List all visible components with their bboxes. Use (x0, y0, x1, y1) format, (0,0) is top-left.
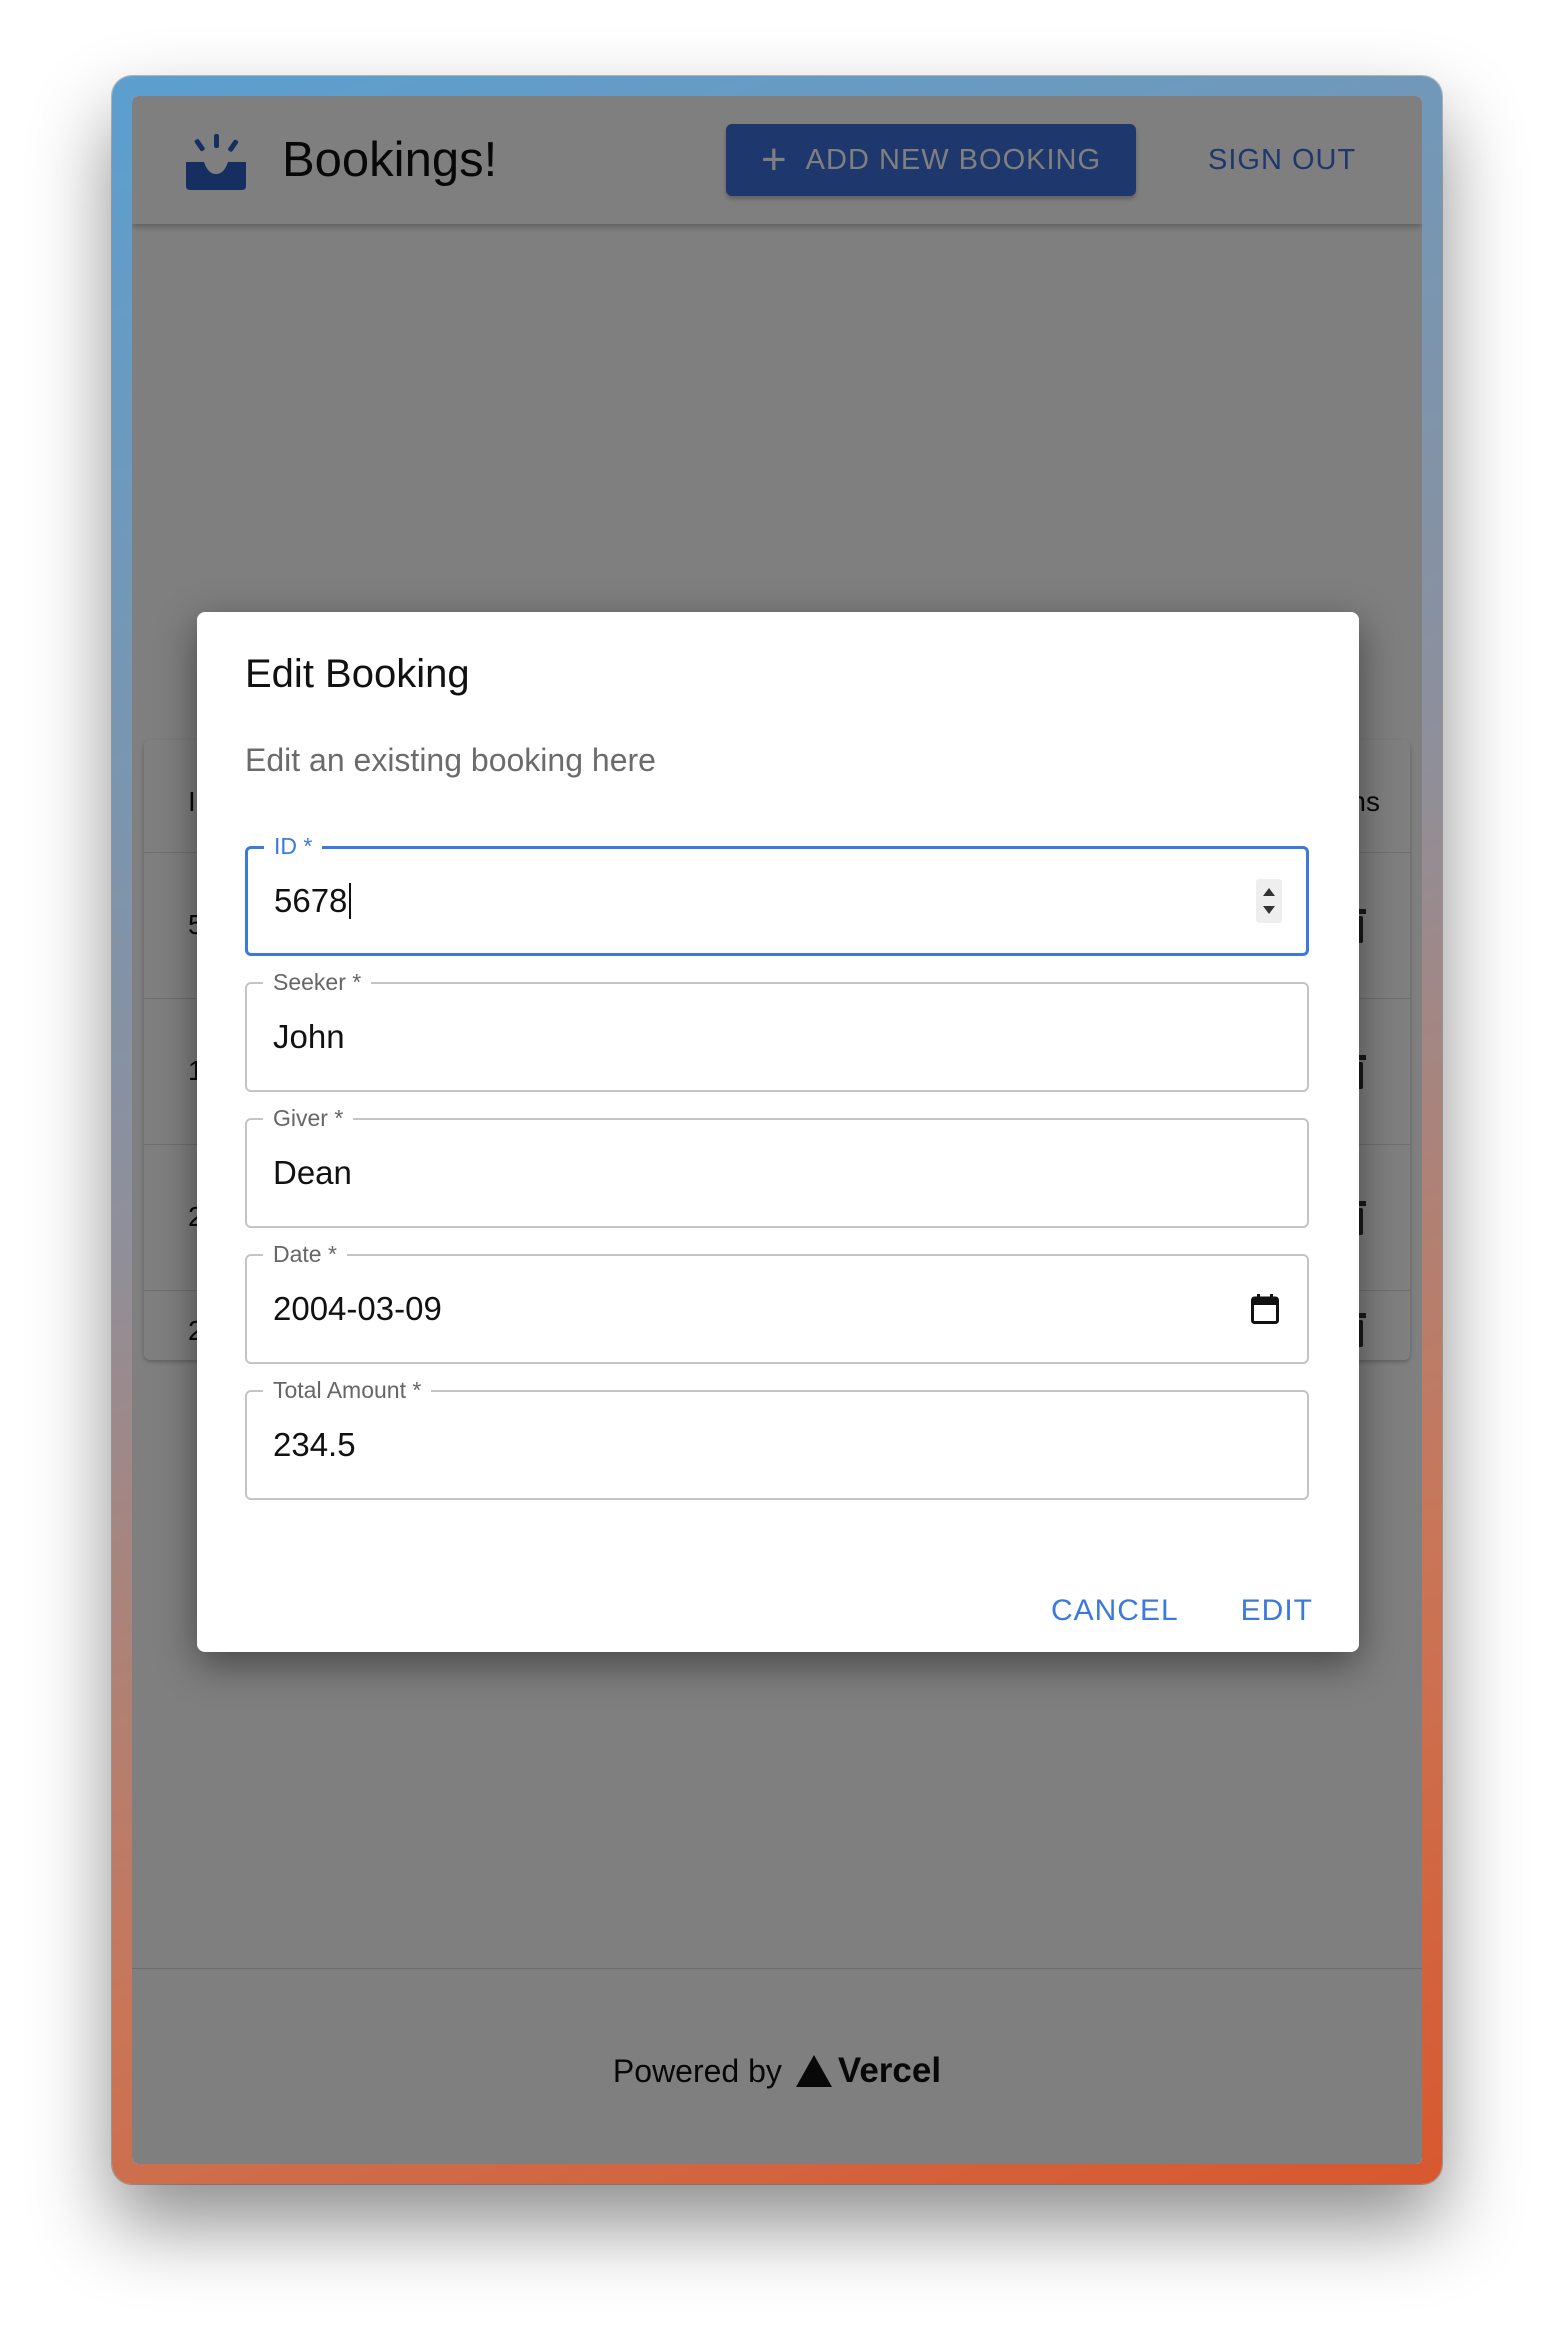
total-amount-field-value: 234.5 (273, 1426, 356, 1463)
date-field-value: 2004-03-09 (273, 1290, 442, 1327)
edit-booking-dialog: Edit Booking Edit an existing booking he… (197, 612, 1359, 1652)
calendar-icon[interactable] (1251, 1294, 1279, 1324)
edit-button[interactable]: EDIT (1241, 1594, 1313, 1628)
number-spinner[interactable] (1256, 879, 1282, 923)
cancel-button[interactable]: CANCEL (1051, 1594, 1179, 1628)
giver-field-value: Dean (273, 1154, 352, 1191)
seeker-field[interactable]: Seeker * John (245, 968, 1309, 1092)
id-field-value: 5678 (274, 882, 348, 919)
total-amount-field[interactable]: Total Amount * 234.5 (245, 1376, 1309, 1500)
id-field-value-wrap: 5678 (274, 849, 352, 953)
dialog-subtitle: Edit an existing booking here (245, 742, 656, 778)
dialog-actions: CANCEL EDIT (1051, 1594, 1313, 1628)
text-caret (349, 883, 352, 919)
seeker-field-value: John (273, 1018, 345, 1055)
dialog-title: Edit Booking (245, 652, 470, 696)
spinner-arrows-icon (1263, 888, 1275, 914)
date-field[interactable]: Date * 2004-03-09 (245, 1240, 1309, 1364)
id-field[interactable]: ID * 5678 (245, 832, 1309, 956)
giver-field[interactable]: Giver * Dean (245, 1104, 1309, 1228)
